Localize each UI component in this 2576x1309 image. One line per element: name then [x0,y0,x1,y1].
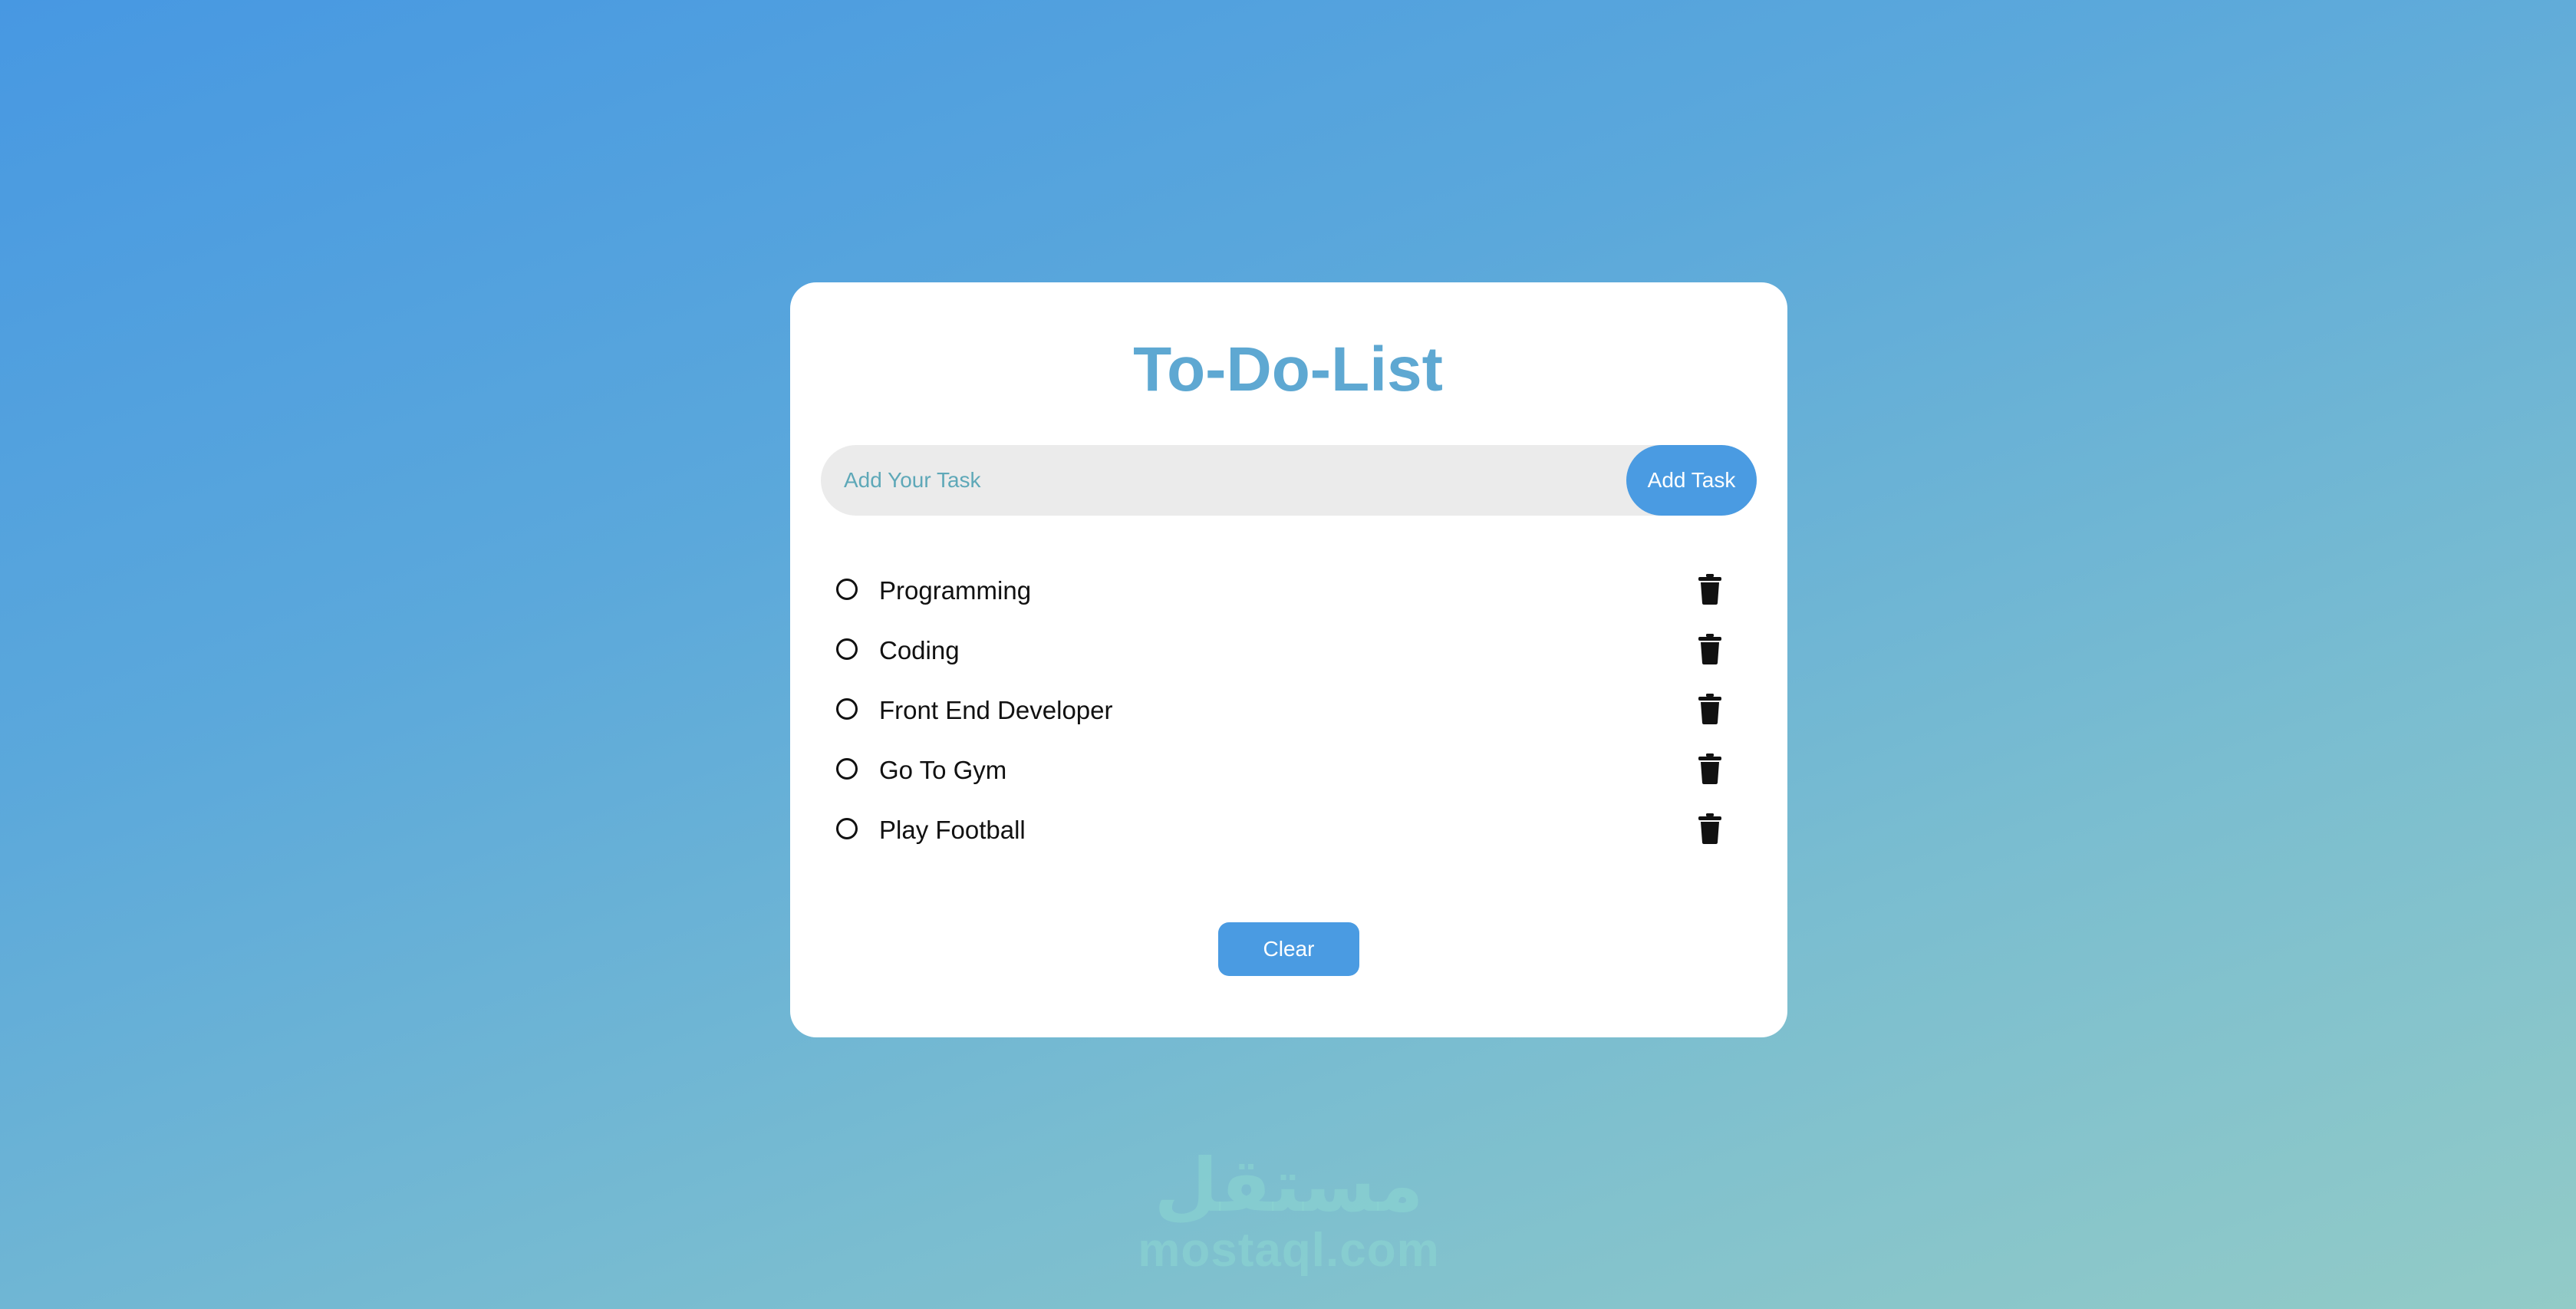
task-checkbox[interactable] [836,579,858,600]
task-label: Front End Developer [879,696,1113,724]
task-label: Go To Gym [879,756,1007,784]
trash-icon[interactable] [1698,753,1721,784]
task-input[interactable] [844,445,1611,516]
trash-icon[interactable] [1698,813,1721,844]
page: { "app": { "title": "To-Do-List" }, "inp… [0,0,2576,1309]
task-checkbox[interactable] [836,818,858,839]
add-task-button[interactable]: Add Task [1626,445,1757,516]
task-item[interactable]: Go To Gym [835,740,1740,800]
task-input-row: Add Task [821,445,1757,516]
trash-icon[interactable] [1698,634,1721,664]
task-label: Play Football [879,816,1026,844]
task-item[interactable]: Coding [835,620,1740,680]
task-label: Coding [879,636,960,664]
trash-icon[interactable] [1698,694,1721,724]
task-item[interactable]: Front End Developer [835,680,1740,740]
task-item[interactable]: Programming [835,560,1740,620]
task-item[interactable]: Play Football [835,800,1740,859]
task-list: Programming Coding Front End Developer G… [835,560,1740,859]
page-title: To-Do-List [1133,335,1443,404]
task-checkbox[interactable] [836,638,858,660]
task-checkbox[interactable] [836,758,858,780]
watermark-logo: مستقل mostaql.com [1120,1143,1458,1274]
task-checkbox[interactable] [836,698,858,720]
task-label: Programming [879,576,1032,605]
watermark-arabic: مستقل [1154,1142,1424,1228]
trash-icon[interactable] [1698,574,1721,605]
watermark-latin: mostaql.com [1138,1224,1440,1277]
clear-button[interactable]: Clear [1218,922,1359,976]
